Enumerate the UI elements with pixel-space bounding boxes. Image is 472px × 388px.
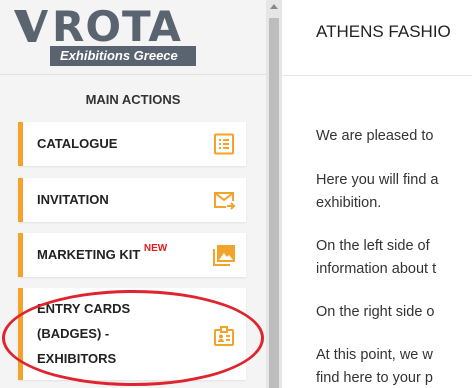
- rota-mark-icon: [14, 10, 48, 42]
- sidebar-item-label: CATALOGUE: [37, 136, 118, 151]
- scrollbar-thumb[interactable]: [269, 18, 279, 388]
- logo-tagline: Exhibitions Greece: [50, 46, 196, 66]
- red-highlight-ellipse: [2, 290, 264, 386]
- rota-logo[interactable]: ROTA Exhibitions Greece: [12, 2, 202, 68]
- mail-forward-icon: [214, 192, 236, 210]
- scroll-up-arrow-icon[interactable]: [270, 4, 278, 9]
- sidebar-scrollbar[interactable]: [266, 0, 282, 388]
- sidebar-item-catalogue[interactable]: CATALOGUE: [18, 122, 246, 166]
- logo-word: ROTA: [52, 2, 182, 51]
- image-gallery-icon: [213, 245, 235, 266]
- divider: [0, 74, 266, 75]
- main-content: ATHENS FASHIO We are pleased to Here you…: [282, 0, 472, 388]
- sidebar-item-label: MARKETING KIT NEW: [37, 243, 168, 262]
- paragraph-line: find here to your p: [316, 370, 433, 386]
- sidebar-item-invitation[interactable]: INVITATION: [18, 178, 246, 222]
- paragraph-line: information about t: [316, 261, 437, 277]
- paragraph-line: At this point, we w: [316, 347, 433, 363]
- paragraph-line: exhibition.: [316, 195, 382, 211]
- page-title: ATHENS FASHIO: [316, 22, 451, 41]
- sidebar-item-label: INVITATION: [37, 192, 109, 207]
- sidebar-item-marketing-kit[interactable]: MARKETING KIT NEW: [18, 233, 246, 277]
- divider: [282, 75, 472, 76]
- paragraph-line: Here you will find a: [316, 172, 439, 188]
- main-actions-title: MAIN ACTIONS: [85, 92, 181, 107]
- paragraph-line: We are pleased to: [316, 128, 434, 144]
- paragraph-line: On the right side o: [316, 304, 435, 320]
- list-document-icon: [214, 133, 234, 155]
- new-badge: NEW: [143, 243, 168, 254]
- paragraph-line: On the left side of: [316, 238, 430, 254]
- sidebar: ROTA Exhibitions Greece MAIN ACTIONS CAT…: [0, 0, 266, 388]
